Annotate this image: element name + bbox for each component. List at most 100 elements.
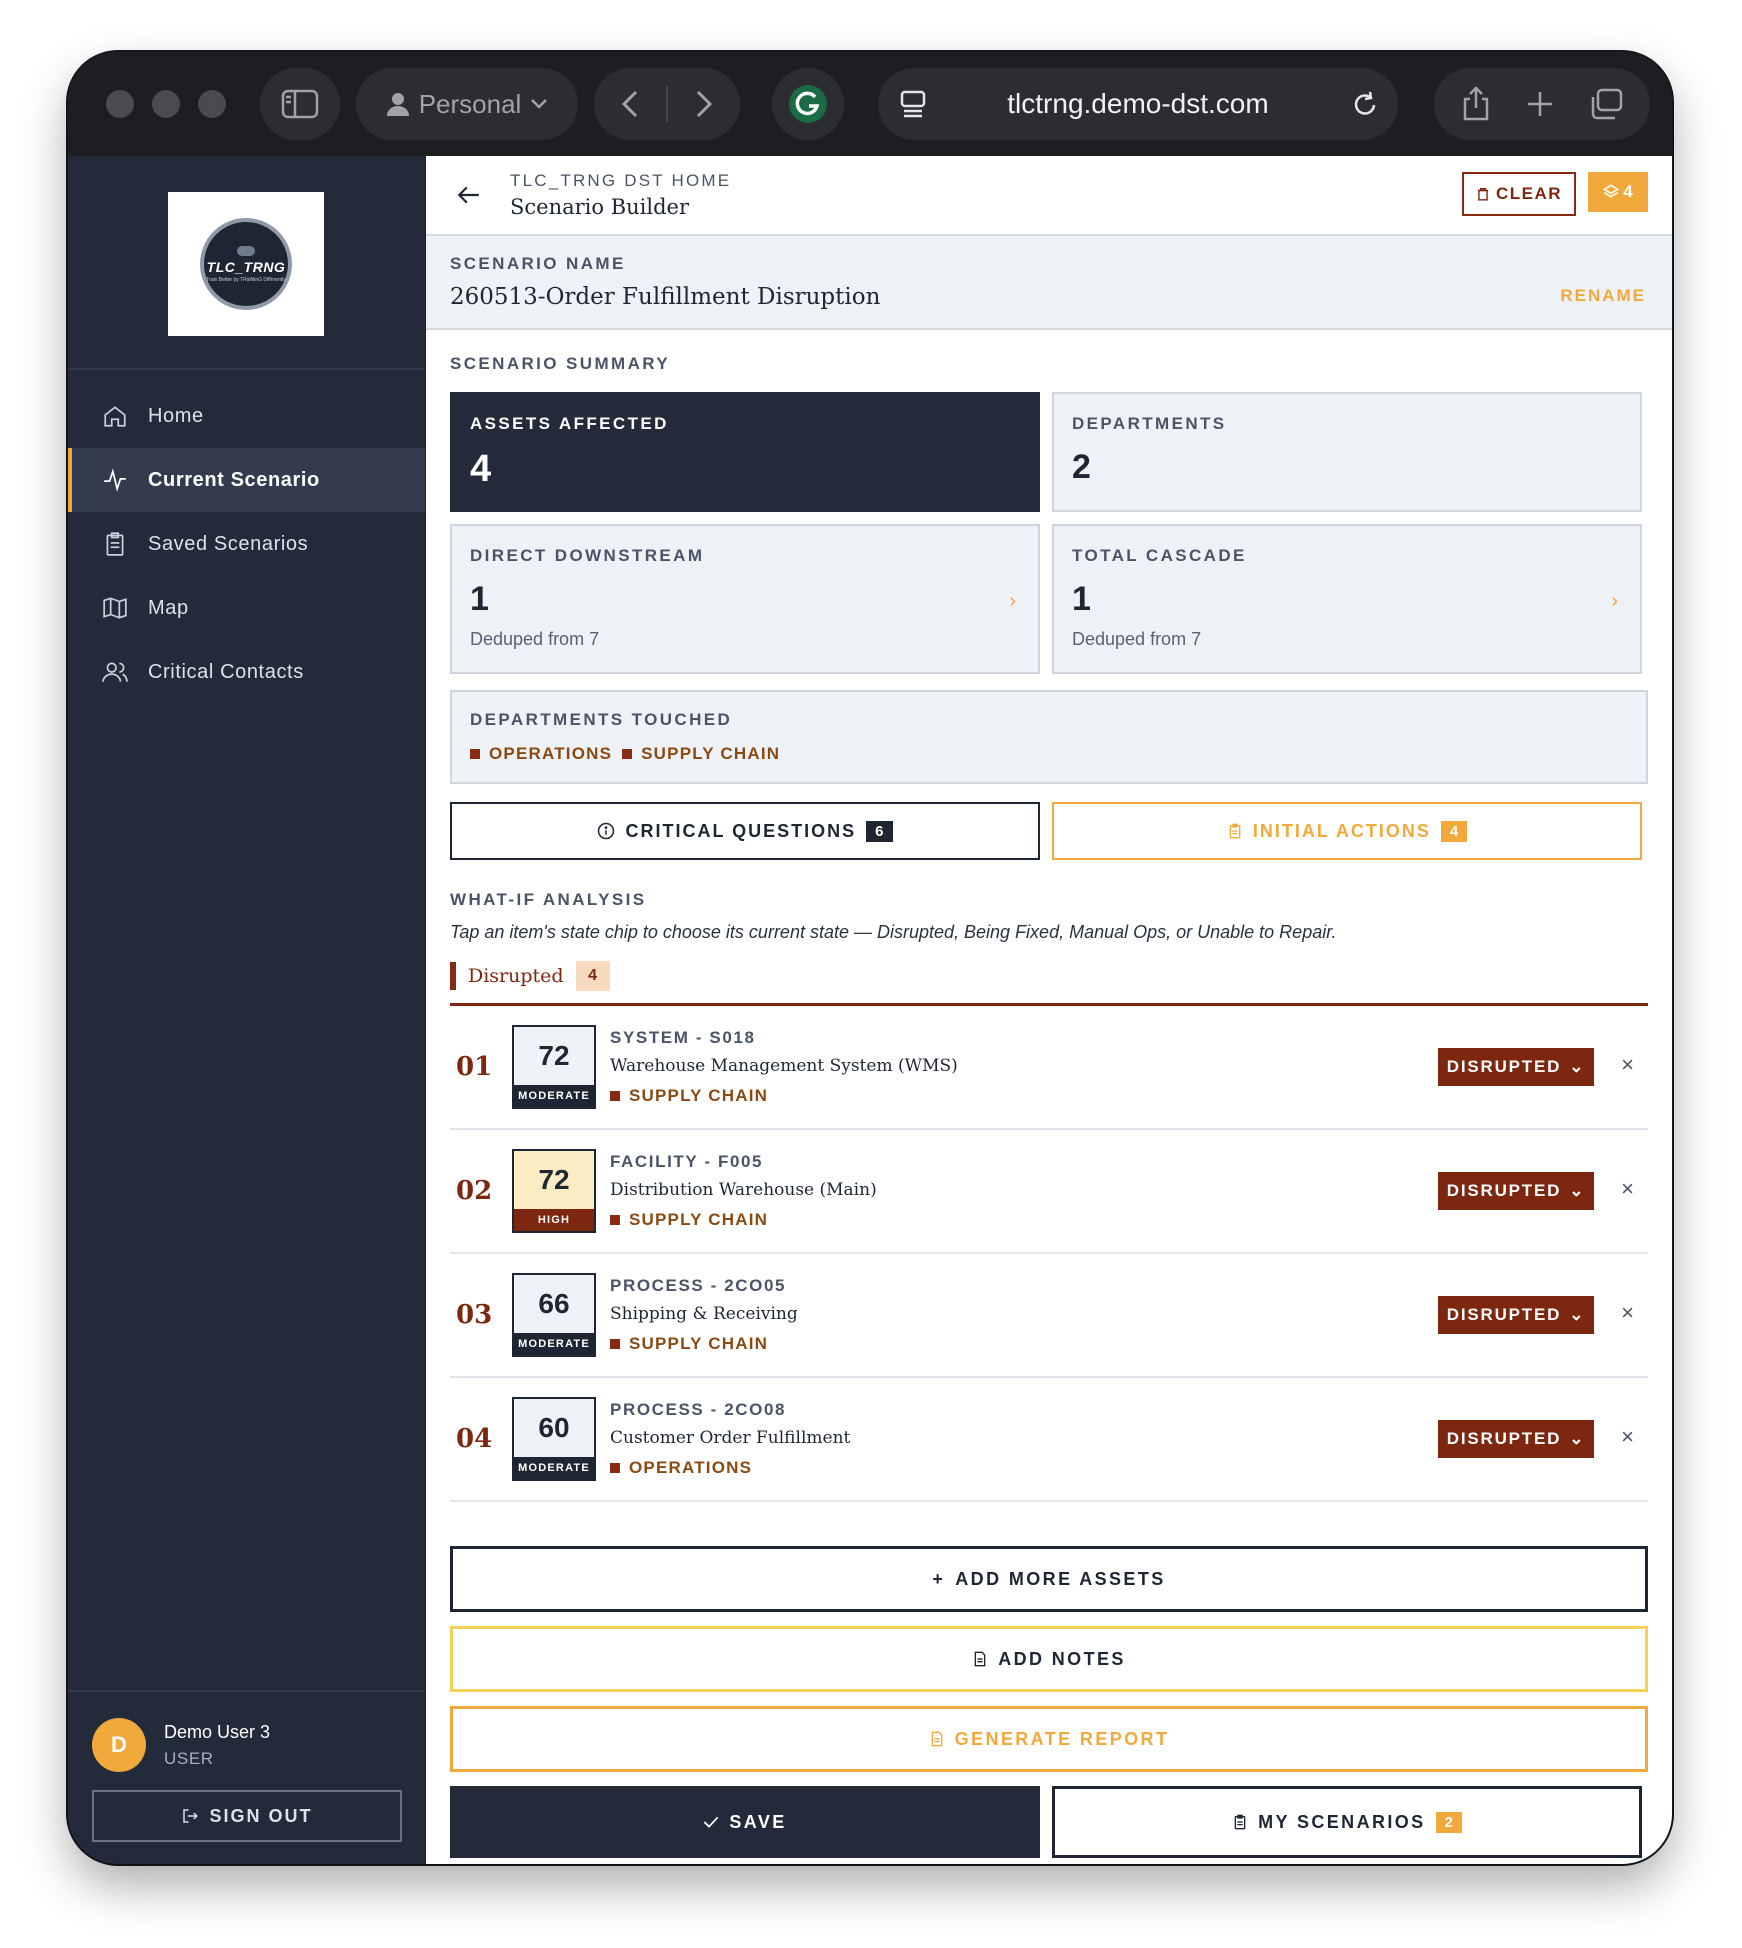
initial-actions-label: INITIAL ACTIONS [1252,820,1431,841]
forward-icon[interactable] [696,90,712,118]
asset-info: PROCESS - 2CO08 Customer Order Fulfillme… [610,1400,850,1478]
reload-icon[interactable] [1352,90,1378,118]
asset-row: 02 72 HIGH FACILITY - F005 Distribution … [450,1130,1648,1254]
my-scenarios-label: MY SCENARIOS [1258,1811,1426,1832]
close-window-button[interactable] [106,90,134,118]
add-more-assets-button[interactable]: + ADD MORE ASSETS [450,1546,1648,1612]
grammarly-extension-button[interactable] [772,68,844,140]
department-tag: OPERATIONS [470,744,612,764]
address-bar[interactable]: tlctrng.demo-dst.com [878,68,1398,140]
direct-downstream-card[interactable]: DIRECT DOWNSTREAM 1 Deduped from 7 › [450,524,1040,674]
browser-toolbar: Personal tlctrng.demo-dst.com [68,52,1672,156]
rename-button[interactable]: RENAME [1560,286,1646,306]
sidebar-item-map[interactable]: Map [68,576,425,640]
sidebar-item-current-scenario[interactable]: Current Scenario [68,448,425,512]
state-chip-dropdown[interactable]: DISRUPTED ⌄ [1438,1420,1594,1458]
user-name: Demo User 3 [164,1721,271,1742]
asset-code: SYSTEM - S018 [610,1028,756,1047]
state-chip-dropdown[interactable]: DISRUPTED ⌄ [1438,1296,1594,1334]
zoom-window-button[interactable] [198,90,226,118]
disrupted-group-header: Disrupted 4 [450,961,1648,991]
card-value: 1 [1072,580,1091,618]
my-scenarios-button[interactable]: MY SCENARIOS 2 [1052,1786,1642,1858]
save-button[interactable]: SAVE [450,1786,1040,1858]
card-label: ASSETS AFFECTED [470,414,669,433]
new-tab-icon[interactable] [1527,91,1553,117]
state-chip-dropdown[interactable]: DISRUPTED ⌄ [1438,1172,1594,1210]
generate-report-button[interactable]: GENERATE REPORT [450,1706,1648,1772]
add-notes-button[interactable]: ADD NOTES [450,1626,1648,1692]
asset-code: PROCESS - 2CO08 [610,1400,787,1419]
what-if-label: WHAT-IF ANALYSIS [450,890,647,909]
sidebar-item-home[interactable]: Home [68,384,425,448]
layers-count: 4 [1623,182,1633,201]
critical-questions-label: CRITICAL QUESTIONS [625,820,857,841]
state-chip-label: DISRUPTED [1446,1305,1562,1324]
what-if-description: Tap an item's state chip to choose its c… [450,922,1337,942]
back-icon[interactable] [622,90,638,118]
user-details: Demo User 3 USER [164,1722,270,1769]
back-arrow-icon[interactable] [456,182,482,208]
sidebar-item-label: Saved Scenarios [148,532,309,555]
clipboard-icon [106,532,124,556]
window-controls [106,90,226,118]
users-icon [102,662,128,682]
logo-emblem: TLC_TRNG Train Better by TRaiNinG Differ… [200,218,292,310]
initial-actions-button[interactable]: INITIAL ACTIONS 4 [1052,802,1642,860]
chevron-down-icon: ⌄ [1569,1181,1586,1200]
sidebar-item-saved-scenarios[interactable]: Saved Scenarios [68,512,425,576]
remove-asset-icon[interactable]: × [1621,1424,1634,1450]
asset-number: 03 [456,1300,493,1330]
home-icon [104,406,126,427]
card-label: DEPARTMENTS [1072,414,1227,433]
state-chip-dropdown[interactable]: DISRUPTED ⌄ [1438,1048,1594,1086]
chevron-down-icon: ⌄ [1569,1305,1586,1324]
department-tag: OPERATIONS [610,1458,850,1478]
remove-asset-icon[interactable]: × [1621,1052,1634,1078]
cloud-icon [237,245,255,256]
avatar: D [92,1718,146,1772]
clear-button[interactable]: CLEAR [1461,172,1576,216]
breadcrumb: TLC_TRNG DST HOME Scenario Builder [510,171,731,219]
risk-level-label: HIGH [514,1209,594,1231]
logo-text: TLC_TRNG [206,258,286,275]
risk-score-value: 72 [514,1027,594,1085]
logo-tagline: Train Better by TRaiNinG Differently [206,276,286,283]
risk-level-label: MODERATE [514,1333,594,1355]
profile-selector[interactable]: Personal [356,68,578,140]
card-subtext: Deduped from 7 [470,629,600,649]
critical-questions-count: 6 [866,820,893,842]
remove-asset-icon[interactable]: × [1621,1300,1634,1326]
user-profile: D Demo User 3 USER [92,1718,270,1772]
sign-out-button[interactable]: SIGN OUT [92,1790,402,1842]
critical-questions-button[interactable]: CRITICAL QUESTIONS 6 [450,802,1040,860]
clear-label: CLEAR [1495,184,1562,203]
layers-count-button[interactable]: 4 [1588,172,1648,212]
remove-asset-icon[interactable]: × [1621,1176,1634,1202]
quick-actions: CRITICAL QUESTIONS 6 INITIAL ACTIONS 4 [450,802,1648,860]
breadcrumb-home-link[interactable]: TLC_TRNG DST HOME [510,171,731,191]
asset-info: FACILITY - F005 Distribution Warehouse (… [610,1152,877,1230]
asset-number: 04 [456,1424,493,1454]
sidebar-item-label: Critical Contacts [148,660,304,683]
sidebar-item-critical-contacts[interactable]: Critical Contacts [68,640,425,704]
browser-window: Personal tlctrng.demo-dst.com TLC_TRNG T… [68,52,1672,1864]
asset-info: PROCESS - 2CO05 Shipping & Receiving SUP… [610,1276,798,1354]
grammarly-icon [789,85,827,123]
person-icon [386,93,409,116]
minimize-window-button[interactable] [152,90,180,118]
add-notes-label: ADD NOTES [998,1648,1126,1669]
scenario-name-label: SCENARIO NAME [450,254,626,273]
scenario-content: SCENARIO SUMMARY ASSETS AFFECTED 4 DEPAR… [426,354,1672,1858]
scenario-summary-label: SCENARIO SUMMARY [450,354,671,373]
profile-label: Personal [418,88,522,119]
info-icon [598,822,615,840]
total-cascade-card[interactable]: TOTAL CASCADE 1 Deduped from 7 › [1052,524,1642,674]
card-value: 1 [470,580,489,618]
share-icon[interactable] [1461,86,1491,122]
brand-logo[interactable]: TLC_TRNG Train Better by TRaiNinG Differ… [168,192,324,336]
tab-overview-icon[interactable] [1589,88,1623,120]
card-value: 4 [470,448,492,490]
sidebar-toggle-button[interactable] [260,68,340,140]
risk-score-value: 60 [514,1399,594,1457]
